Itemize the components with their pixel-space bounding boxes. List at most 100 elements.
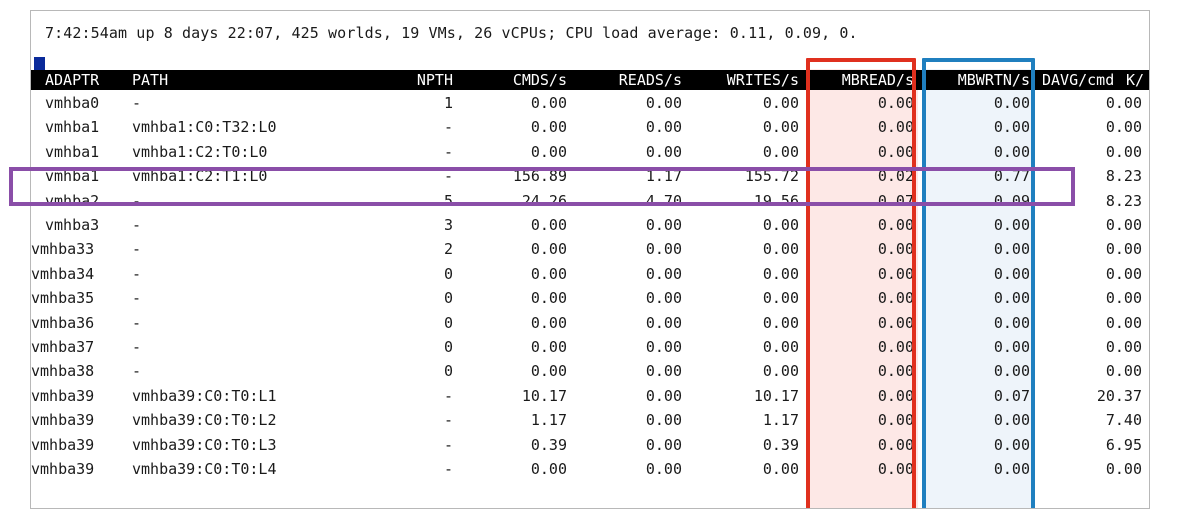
davg-cell: 0.00 [1105,216,1142,234]
cmds-cell: 0.00 [530,362,567,381]
cmds-cell: 0.00 [530,118,567,137]
writes-cell: 0.00 [762,216,799,234]
reads-cell: 0.00 [645,289,682,308]
davg-cell: 0.00 [1105,118,1142,137]
adaptr-cell: vmhba1 [45,142,100,161]
reads-cell: 0.00 [645,240,682,259]
adaptr-cell: vmhba37 [31,338,95,356]
path-cell: - [132,289,142,308]
header-writes[interactable]: WRITES/s [696,70,799,90]
path-cell: vmhba39:C0:T0:L2 [132,411,277,430]
davg-cell: 7.40 [1105,411,1142,430]
davg-cell: 0.00 [1105,94,1142,112]
davg-cell: 0.00 [1105,289,1142,308]
writes-cell: 0.00 [762,460,799,478]
adaptr-cell: vmhba39 [31,386,95,405]
npth-cell: 1 [443,94,453,112]
reads-cell: 0.00 [645,460,682,478]
header-npth[interactable]: NPTH [391,70,453,90]
davg-cell: 6.95 [1105,435,1142,454]
reads-cell: 0.00 [645,435,682,454]
header-k-truncated[interactable]: K/ [1126,70,1144,90]
davg-cell: 0.00 [1105,313,1142,332]
davg-cell: 20.37 [1096,386,1142,405]
writes-cell: 10.17 [753,386,799,405]
writes-cell: 1.17 [762,411,799,430]
writes-cell: 0.00 [762,264,799,283]
adaptr-cell: vmhba0 [45,94,100,112]
cmds-cell: 0.00 [530,460,567,478]
header-cmds[interactable]: CMDS/s [471,70,567,90]
davg-cell: 0.00 [1105,338,1142,356]
writes-cell: 0.00 [762,313,799,332]
path-cell: - [132,313,142,332]
writes-cell: 0.00 [762,94,799,112]
writes-cell: 0.00 [762,289,799,308]
davg-cell: 0.00 [1105,460,1142,478]
adaptr-cell: vmhba1 [45,118,100,137]
header-path[interactable]: PATH [132,70,168,90]
reads-cell: 0.00 [645,313,682,332]
cmds-cell: 1.17 [530,411,567,430]
npth-cell: 3 [443,216,453,234]
cmds-cell: 0.00 [530,216,567,234]
npth-cell: - [443,386,453,405]
adaptr-cell: vmhba39 [31,460,95,478]
npth-cell: - [443,142,453,161]
davg-cell: 0.00 [1105,362,1142,381]
reads-cell: 0.00 [645,264,682,283]
path-cell: vmhba39:C0:T0:L4 [132,460,277,478]
esxtop-terminal: 7:42:54am up 8 days 22:07, 425 worlds, 1… [30,10,1150,509]
reads-cell: 0.00 [645,362,682,381]
writes-cell: 0.00 [762,338,799,356]
mbread-highlight-box [806,58,916,508]
cmds-cell: 0.00 [530,338,567,356]
path-cell: - [132,264,142,283]
cmds-cell: 0.00 [530,289,567,308]
mbwrtn-highlight-box [922,58,1035,508]
cmds-cell: 0.39 [530,435,567,454]
npth-cell: 0 [443,313,453,332]
writes-cell: 0.00 [762,240,799,259]
header-reads[interactable]: READS/s [586,70,682,90]
cmds-cell: 0.00 [530,264,567,283]
adaptr-cell: vmhba36 [31,313,95,332]
davg-cell: 0.00 [1105,264,1142,283]
npth-cell: 0 [443,362,453,381]
cmds-cell: 0.00 [530,94,567,112]
npth-cell: 0 [443,338,453,356]
reads-cell: 0.00 [645,386,682,405]
npth-cell: - [443,118,453,137]
reads-cell: 0.00 [645,338,682,356]
path-cell: vmhba39:C0:T0:L3 [132,435,277,454]
npth-cell: 2 [443,240,453,259]
path-cell: - [132,362,142,381]
adaptr-cell: vmhba35 [31,289,95,308]
status-line: 7:42:54am up 8 days 22:07, 425 worlds, 1… [45,24,858,42]
npth-cell: - [443,435,453,454]
writes-cell: 0.00 [762,362,799,381]
adaptr-cell: vmhba33 [31,240,95,259]
path-cell: vmhba39:C0:T0:L1 [132,386,277,405]
reads-cell: 0.00 [645,411,682,430]
reads-cell: 0.00 [645,118,682,137]
adaptr-cell: vmhba3 [45,216,100,234]
reads-cell: 0.00 [645,142,682,161]
path-cell: - [132,94,142,112]
adaptr-cell: vmhba34 [31,264,95,283]
writes-cell: 0.00 [762,142,799,161]
header-adaptr[interactable]: ADAPTR [45,70,99,90]
npth-cell: - [443,460,453,478]
npth-cell: - [443,411,453,430]
reads-cell: 0.00 [645,216,682,234]
adaptr-cell: vmhba39 [31,411,95,430]
writes-cell: 0.00 [762,118,799,137]
davg-cell: 0.00 [1105,142,1142,161]
adaptr-cell: vmhba38 [31,362,95,381]
npth-cell: 0 [443,264,453,283]
path-cell: - [132,240,142,259]
npth-cell: 0 [443,289,453,308]
writes-cell: 0.39 [762,435,799,454]
header-davg[interactable]: DAVG/cmd [1042,70,1114,90]
path-cell: vmhba1:C0:T32:L0 [132,118,277,137]
